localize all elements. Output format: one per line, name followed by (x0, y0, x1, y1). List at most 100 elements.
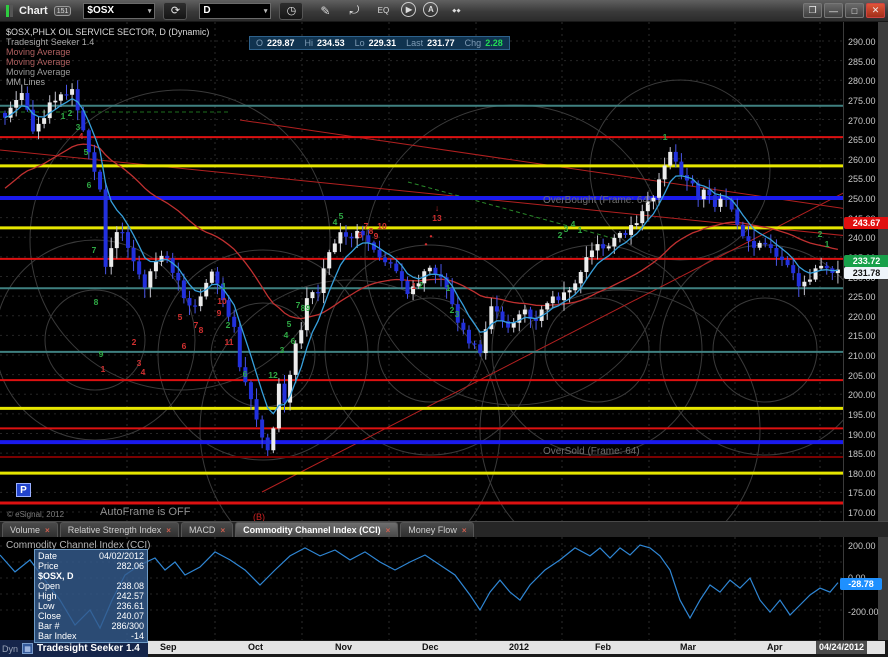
databox-label: Close (38, 611, 62, 621)
price-tick-label: 190.00 (848, 429, 876, 440)
current-date-badge: 04/24/2012 (816, 641, 868, 654)
databox-row: Bar # 286/300 (38, 621, 144, 631)
databox-row: Bar Index -14 (38, 631, 144, 641)
tab-money-flow[interactable]: Money Flow × (400, 522, 475, 537)
chevron-down-icon: ▾ (147, 7, 152, 15)
month-label: Nov (335, 642, 353, 652)
dyn-label: Dyn (2, 643, 19, 654)
svg-text:6: 6 (87, 180, 92, 190)
svg-text:6: 6 (182, 341, 187, 351)
legend-entry: Moving Average (6, 47, 71, 57)
pencil-icon[interactable]: ✎ (314, 2, 336, 20)
ohlc-field: Last 231.77 (406, 38, 455, 48)
month-label: Sep (160, 642, 177, 652)
databox-label: Price (38, 561, 59, 571)
svg-text:4: 4 (141, 367, 146, 377)
legend-entry: Moving Average (6, 67, 71, 77)
price-tick-label: 255.00 (848, 174, 876, 185)
svg-text:1: 1 (61, 111, 66, 121)
month-label: Feb (595, 642, 612, 652)
close-icon[interactable]: × (45, 526, 50, 535)
quote-board-icon[interactable]: EQ (372, 2, 394, 20)
svg-text:5: 5 (178, 312, 183, 322)
svg-text:4: 4 (79, 131, 84, 141)
cci-panel: 200.000.00-200.00 Commodity Channel Inde… (0, 537, 888, 643)
databox-label: Date (38, 551, 58, 561)
svg-text:10: 10 (217, 296, 227, 306)
restore-button[interactable]: ❐ (803, 3, 822, 18)
price-tick-label: 215.00 (848, 331, 876, 342)
month-label: Oct (248, 642, 264, 652)
time-template-button[interactable]: ◷ (279, 1, 304, 20)
ohlc-field: O 229.87 (256, 38, 295, 48)
price-badge: 233.72 (844, 255, 888, 267)
auto-icon[interactable]: A (423, 1, 439, 17)
price-chart-canvas[interactable]: 1 2356789126 1234567 8 9452 12 323 411214123456… (0, 22, 843, 521)
tab-label: Commodity Channel Index (CCI) (243, 525, 381, 535)
tab-commodity-channel-index-cci-[interactable]: Commodity Channel Index (CCI) × (235, 522, 399, 537)
close-icon[interactable]: × (220, 526, 225, 535)
tab-label: Volume (10, 525, 41, 535)
svg-text:4: 4 (333, 217, 338, 227)
svg-text:10: 10 (377, 221, 387, 231)
databox-label: Low (38, 601, 55, 611)
tab-macd[interactable]: MACD × (180, 522, 234, 537)
date-axis[interactable]: 04/24/2012 Sep Oct Nov Dec 2012 Feb Mar Apr (148, 641, 885, 654)
overbought-label: OverBought (Frame: 64) (543, 195, 652, 206)
fib-grid-icon[interactable]: ▦ (22, 643, 34, 654)
svg-text:4: 4 (571, 219, 576, 229)
svg-text:6: 6 (243, 369, 248, 379)
chart-window: Chart 151 $OSX ▾ ⟳ D ▾ ◷ ✎ ⤾ EQ ▶ A ⬩⬩ ❐ — □ ✕ 123… (0, 0, 888, 657)
refresh-button[interactable]: ⟳ (163, 1, 188, 20)
copyright-label: © eSignal, 2012 (7, 510, 65, 519)
databox-value: 240.07 (116, 611, 144, 621)
svg-text:1: 1 (412, 281, 417, 291)
close-button[interactable]: ✕ (866, 3, 885, 18)
ohlc-value: 229.31 (368, 38, 397, 48)
ohlc-info-bar: O 229.87 Hi 234.53 Lo 229.31 Last 231.77 Chg 2.28 (249, 36, 510, 50)
redo-arrow-icon[interactable]: ⤾ (343, 2, 365, 20)
maximize-button[interactable]: □ (845, 3, 864, 18)
data-inspector-box: Date 04/02/2012 Price 282.06 $OSX, D Open 238.… (34, 549, 148, 643)
svg-text:1: 1 (663, 132, 668, 142)
eraser-icon[interactable]: ⬩⬩ (445, 2, 467, 20)
symbol-input[interactable]: $OSX ▾ (83, 2, 156, 19)
svg-text:1: 1 (825, 239, 830, 249)
cci-tick-label: 200.00 (848, 541, 876, 551)
minimize-button[interactable]: — (824, 3, 843, 18)
close-icon[interactable]: × (462, 526, 467, 535)
title-bar: Chart 151 $OSX ▾ ⟳ D ▾ ◷ ✎ ⤾ EQ ▶ A ⬩⬩ ❐ — □ ✕ (0, 0, 888, 22)
svg-text:3: 3 (564, 224, 569, 234)
price-tick-label: 225.00 (848, 292, 876, 303)
price-tick-label: 170.00 (848, 508, 876, 518)
ohlc-label: Chg (464, 38, 482, 48)
price-axis[interactable]: 290.00 285.00 280.00 275.00 270.00 265.00 260.… (843, 22, 888, 521)
svg-text:5: 5 (339, 211, 344, 221)
svg-text:2: 2 (226, 320, 231, 330)
p-marker-badge[interactable]: P (16, 483, 31, 497)
price-tick-label: 220.00 (848, 311, 876, 322)
indicator-tabs: Volume × Relative Strength Index × MACD × Comm… (0, 521, 888, 537)
databox-value: 282.06 (116, 561, 144, 571)
svg-text:3: 3 (455, 309, 460, 319)
close-icon[interactable]: × (166, 526, 171, 535)
tab-relative-strength-index[interactable]: Relative Strength Index × (59, 522, 179, 537)
svg-text:3: 3 (280, 345, 285, 355)
svg-text:1: 1 (578, 225, 583, 235)
window-badge: 151 (53, 5, 72, 16)
price-tick-label: 265.00 (848, 135, 876, 146)
svg-text:11: 11 (225, 337, 234, 347)
interval-select[interactable]: D ▾ (199, 2, 272, 19)
svg-text:2: 2 (68, 108, 73, 118)
databox-row: Open 238.08 (38, 581, 144, 591)
price-tick-label: 200.00 (848, 390, 876, 401)
tab-volume[interactable]: Volume × (2, 522, 58, 537)
databox-row: Close 240.07 (38, 611, 144, 621)
ohlc-value: 231.77 (427, 38, 455, 48)
svg-text:6: 6 (358, 230, 363, 240)
play-icon[interactable]: ▶ (401, 1, 417, 17)
price-tick-label: 270.00 (848, 115, 876, 126)
close-icon[interactable]: × (386, 526, 391, 535)
price-tick-label: 205.00 (848, 370, 876, 381)
svg-text:5: 5 (84, 147, 89, 157)
